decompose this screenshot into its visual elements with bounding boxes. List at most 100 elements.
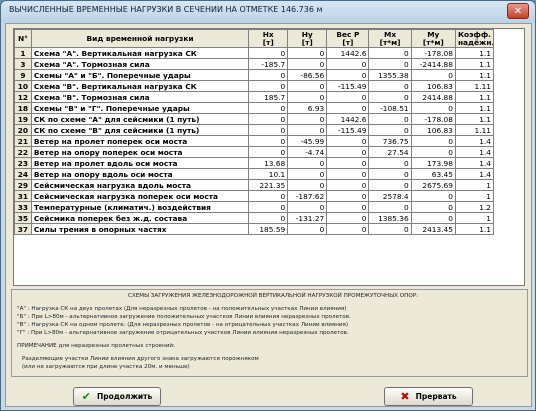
table-row[interactable]: 20 СК по схеме "В" для сейсмики (1 путь) 0… — [14, 124, 495, 136]
reliability-cell: 1 — [454, 179, 495, 191]
my-cell: 106.83 — [410, 124, 456, 136]
header-reliability: Коэфф. надёжн. — [454, 29, 495, 48]
load-type-cell: Ветер на опору поперек оси моста — [30, 146, 250, 158]
hy-cell: -86.56 — [287, 69, 328, 81]
hx-cell: 0 — [248, 80, 289, 92]
row-number: 12 — [14, 91, 32, 103]
remark-title: ПРИМЕЧАНИЕ для неразрезных пролетных стр… — [17, 343, 175, 349]
reliability-cell: 1.4 — [454, 157, 495, 169]
load-type-cell: Ветер на пролет поперек оси моста — [30, 135, 250, 147]
table-row[interactable]: 29 Сейсмическая нагрузка вдоль моста 221.3… — [14, 179, 495, 191]
row-number: 22 — [14, 146, 32, 158]
table-row[interactable]: 33 Температурные (климатич.) воздействия 0… — [14, 201, 495, 213]
table-row[interactable]: 9 Схемы "А" и "Б". Поперечные удары 0 -86.5… — [14, 69, 495, 81]
hy-cell: 0 — [287, 168, 328, 180]
hx-cell: 0 — [248, 69, 289, 81]
p-cell: 0 — [326, 212, 370, 224]
mx-cell: 736.75 — [368, 135, 412, 147]
mx-cell: 0 — [368, 113, 412, 125]
row-number: 35 — [14, 212, 32, 224]
table-row[interactable]: 10 Схема "В". Вертикальная нагрузка СК 0 0-… — [14, 80, 495, 92]
loads-table-container[interactable]: N° Вид временной нагрузки Hx [т] Hy [т] Ве… — [13, 28, 525, 286]
reliability-cell: 1.1 — [454, 69, 495, 81]
note-scheme-a: "А" : Нагрузка СК на двух пролетах (Для … — [17, 306, 347, 312]
load-type-cell: Сейсмика поперек без ж.д. состава — [30, 212, 250, 224]
abort-button[interactable]: ✖ Прервать — [384, 387, 473, 406]
mx-cell: 0 — [368, 157, 412, 169]
hx-cell: 0 — [248, 212, 289, 224]
abort-button-label: Прервать — [415, 392, 457, 401]
table-row[interactable]: 22 Ветер на опору поперек оси моста 0 -4.74… — [14, 146, 495, 158]
hy-cell: 6.93 — [287, 102, 328, 114]
row-number: 20 — [14, 124, 32, 136]
header-mx-unit: [т*м] — [379, 37, 401, 47]
load-type-cell: Схема "А". Тормозная сила — [30, 58, 250, 70]
row-number: 18 — [14, 102, 32, 114]
reliability-cell: 1.1 — [454, 47, 495, 59]
row-number: 21 — [14, 135, 32, 147]
note-scheme-b: "Б" : При L>80м - альтернативное загруже… — [17, 314, 351, 320]
mx-cell: 0 — [368, 91, 412, 103]
loads-table: N° Вид временной нагрузки Hx [т] Hy [т] Ве… — [14, 29, 495, 235]
table-row[interactable]: 1 Схема "А". Вертикальная нагрузка СК 0 0 14… — [14, 47, 495, 59]
row-number: 31 — [14, 190, 32, 202]
table-row[interactable]: 18 Схемы "В" и "Г". Поперечные удары 0 6.93… — [14, 102, 495, 114]
notes-title: СХЕМЫ ЗАГРУЖЕНИЯ ЖЕЛЕЗНОДОРОЖНОЙ ВЕРТИКА… — [128, 293, 419, 299]
table-row[interactable]: 21 Ветер на пролет поперек оси моста 0 -45.… — [14, 135, 495, 147]
my-cell: 0 — [410, 190, 456, 202]
close-icon: ✕ — [513, 5, 523, 17]
my-cell: 63.45 — [410, 168, 456, 180]
table-row[interactable]: 19 СК по схеме "А" для сейсмики (1 путь) 0… — [14, 113, 495, 125]
my-cell: 2414.88 — [410, 91, 456, 103]
reliability-cell: 1.1 — [454, 58, 495, 70]
table-row[interactable]: 35 Сейсмика поперек без ж.д. состава 0 -131… — [14, 212, 495, 224]
table-row[interactable]: 24 Ветер на опору вдоль оси моста 10.1 0 0 0 6… — [14, 168, 495, 180]
reliability-cell: 1.1 — [454, 91, 495, 103]
hy-cell: -187.62 — [287, 190, 328, 202]
my-cell: -178.08 — [410, 47, 456, 59]
close-button[interactable]: ✕ — [507, 3, 529, 19]
table-row[interactable]: 23 Ветер на пролет вдоль оси моста 13.68 0 0… — [14, 157, 495, 169]
row-number: 19 — [14, 113, 32, 125]
header-hy: Hy [т] — [287, 29, 328, 48]
header-no: N° — [14, 29, 32, 48]
my-cell: 2675.69 — [410, 179, 456, 191]
cross-icon: ✖ — [400, 390, 410, 403]
table-row[interactable]: 12 Схема "В". Тормозная сила 185.7 0 0 0 2414.… — [14, 91, 495, 103]
load-type-cell: Сейсмическая нагрузка вдоль моста — [30, 179, 250, 191]
p-cell: 0 — [326, 179, 370, 191]
hy-cell: 0 — [287, 113, 328, 125]
hx-cell: 0 — [248, 146, 289, 158]
table-row[interactable]: 31 Сейсмическая нагрузка поперек оси мост… — [14, 190, 495, 202]
hy-cell: 0 — [287, 179, 328, 191]
continue-button-label: Продолжить — [96, 392, 153, 401]
row-number: 24 — [14, 168, 32, 180]
p-cell: 0 — [326, 69, 370, 81]
load-type-cell: Температурные (климатич.) воздействия — [30, 201, 250, 213]
mx-cell: 1355.38 — [368, 69, 412, 81]
hx-cell: -185.7 — [248, 58, 289, 70]
dialog-window: ВЫЧИСЛЕННЫЕ ВРЕМЕННЫЕ НАГРУЗКИ В СЕЧЕНИИ… — [0, 0, 536, 411]
my-cell: -2414.88 — [410, 58, 456, 70]
hy-cell: -45.99 — [287, 135, 328, 147]
reliability-cell: 1.11 — [454, 80, 495, 92]
reliability-cell: 1.11 — [454, 124, 495, 136]
table-row[interactable]: 3 Схема "А". Тормозная сила -185.7 0 0 0 -2414… — [14, 58, 495, 70]
row-number: 29 — [14, 179, 32, 191]
continue-button[interactable]: ✔ Продолжить — [73, 387, 161, 406]
table-row[interactable]: 37 Силы трения в опорных частях 185.59 0 0 0 2… — [14, 223, 495, 235]
mx-cell: 27.54 — [368, 146, 412, 158]
header-load-type: Вид временной нагрузки — [30, 29, 250, 48]
header-p-unit: [т] — [342, 37, 354, 47]
hx-cell: 0 — [248, 135, 289, 147]
hy-cell: 0 — [287, 91, 328, 103]
hy-cell: 0 — [287, 47, 328, 59]
load-type-cell: Ветер на пролет вдоль оси моста — [30, 157, 250, 169]
table-body: 1 Схема "А". Вертикальная нагрузка СК 0 0 14… — [14, 47, 495, 235]
mx-cell: 0 — [368, 47, 412, 59]
mx-cell: -108.51 — [368, 102, 412, 114]
row-number: 10 — [14, 80, 32, 92]
hx-cell: 221.35 — [248, 179, 289, 191]
note-scheme-g: "Г" : При L>80м - альтернативное загруже… — [17, 330, 349, 336]
load-type-cell: Схемы "В" и "Г". Поперечные удары — [30, 102, 250, 114]
